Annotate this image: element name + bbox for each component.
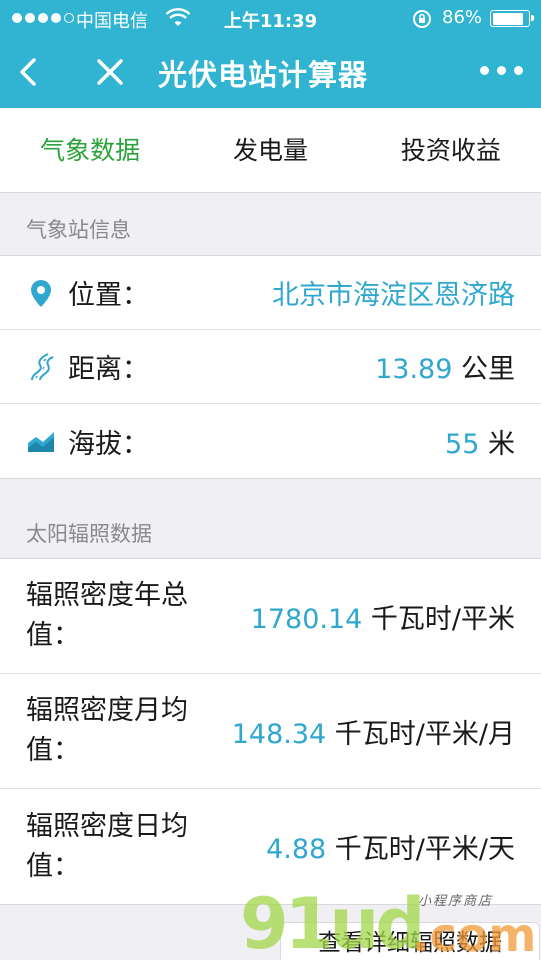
radiation-annual-value: 1780.14 xyxy=(250,603,363,635)
back-arrow-icon[interactable] xyxy=(14,54,44,90)
location-value: 北京市海淀区恩济路 xyxy=(272,280,515,311)
radiation-daily-unit: 千瓦时/平米/天 xyxy=(326,834,515,865)
navigation-bar: 光伏电站计算器 xyxy=(0,36,541,108)
altitude-row: 海拔： 55 米 xyxy=(0,404,541,478)
distance-value-group: 13.89 公里 xyxy=(375,347,515,386)
radiation-annual-label: 辐照密度年总值： xyxy=(26,580,188,651)
tab-power-generation[interactable]: 发电量 xyxy=(180,108,360,192)
view-detail-radiation-button[interactable]: 查看详细辐照数据 xyxy=(280,922,540,960)
radiation-monthly-row: 辐照密度月均值： 148.34 千瓦时/平米/月 xyxy=(0,674,541,789)
rotation-lock-icon xyxy=(413,10,431,28)
section-heading-station: 气象站信息 xyxy=(26,218,131,242)
radiation-daily-value: 4.88 xyxy=(266,834,327,865)
location-row: 位置： 北京市海淀区恩济路 xyxy=(0,256,541,330)
altitude-value: 55 xyxy=(445,428,480,460)
section-heading-radiation: 太阳辐照数据 xyxy=(26,522,152,546)
radiation-monthly-value: 148.34 xyxy=(231,718,327,750)
location-pin-icon xyxy=(31,279,51,307)
page-title: 光伏电站计算器 xyxy=(158,58,369,92)
road-icon xyxy=(31,352,54,380)
radiation-annual-value-group: 1780.14 千瓦时/平米 xyxy=(251,597,515,636)
station-info-list: 位置： 北京市海淀区恩济路 距离： 13.89 公里 海拔： 55 米 xyxy=(0,255,541,479)
radiation-list: 辐照密度年总值： 1780.14 千瓦时/平米 辐照密度月均值： 148.34 … xyxy=(0,558,541,905)
tab-bar: 气象数据 发电量 投资收益 xyxy=(0,108,541,193)
radiation-daily-value-group: 4.88 千瓦时/平米/天 xyxy=(266,827,515,866)
status-bar: 中国电信 上午11:39 86% xyxy=(0,0,541,36)
radiation-annual-unit: 千瓦时/平米 xyxy=(362,603,515,635)
altitude-chart-icon xyxy=(28,432,54,452)
altitude-unit: 米 xyxy=(479,428,515,460)
battery-icon xyxy=(490,10,534,27)
radiation-monthly-unit: 千瓦时/平米/月 xyxy=(326,718,515,750)
distance-value: 13.89 xyxy=(375,354,453,385)
distance-label: 距离： xyxy=(68,354,149,385)
tab-investment-return[interactable]: 投资收益 xyxy=(361,108,541,192)
distance-row: 距离： 13.89 公里 xyxy=(0,330,541,404)
altitude-value-group: 55 米 xyxy=(445,422,515,461)
radiation-daily-label: 辐照密度日均值： xyxy=(26,810,188,882)
radiation-daily-row: 辐照密度日均值： 4.88 千瓦时/平米/天 xyxy=(0,789,541,904)
battery-percentage: 86% xyxy=(442,7,483,28)
tab-weather-data[interactable]: 气象数据 xyxy=(0,108,180,192)
close-icon[interactable] xyxy=(94,56,126,88)
radiation-monthly-label: 辐照密度月均值： xyxy=(26,695,188,766)
distance-unit: 公里 xyxy=(452,354,515,385)
altitude-label: 海拔： xyxy=(68,428,149,460)
more-options-icon[interactable] xyxy=(480,66,523,75)
radiation-annual-row: 辐照密度年总值： 1780.14 千瓦时/平米 xyxy=(0,559,541,674)
location-label: 位置： xyxy=(68,280,149,311)
radiation-monthly-value-group: 148.34 千瓦时/平米/月 xyxy=(232,712,515,751)
